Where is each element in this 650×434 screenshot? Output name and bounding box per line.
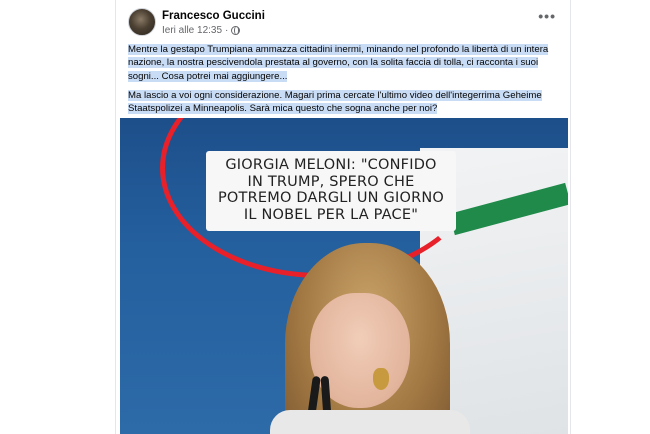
facebook-post: Francesco Guccini Ieri alle 12:35 · ••• … <box>115 0 571 434</box>
caption-line: POTREMO DARGLI UN GIORNO <box>217 190 445 206</box>
post-header: Francesco Guccini Ieri alle 12:35 · ••• <box>116 0 570 44</box>
post-meta: Ieri alle 12:35 · <box>162 25 241 36</box>
caption-line: GIORGIA MELONI: "CONFIDO <box>225 157 437 173</box>
globe-icon <box>231 26 241 35</box>
earring <box>373 368 389 390</box>
post-image[interactable]: GIORGIA MELONI: "CONFIDO IN TRUMP, SPERO… <box>120 118 568 434</box>
more-options-icon[interactable]: ••• <box>538 8 556 24</box>
caption-line: IL NOBEL PER LA PACE" <box>243 206 419 223</box>
post-paragraph: Ma lascio a voi ogni considerazione. Mag… <box>128 89 542 115</box>
author-avatar[interactable] <box>128 8 156 36</box>
caption-line: IN TRUMP, SPERO CHE <box>247 173 415 190</box>
post-timestamp[interactable]: Ieri alle 12:35 <box>162 25 222 36</box>
post-text: Mentre la gestapo Trumpiana ammazza citt… <box>128 43 560 121</box>
author-name[interactable]: Francesco Guccini <box>162 10 265 22</box>
image-caption: GIORGIA MELONI: "CONFIDO IN TRUMP, SPERO… <box>206 151 456 231</box>
podium <box>270 410 470 434</box>
post-paragraph: Mentre la gestapo Trumpiana ammazza citt… <box>128 44 549 82</box>
